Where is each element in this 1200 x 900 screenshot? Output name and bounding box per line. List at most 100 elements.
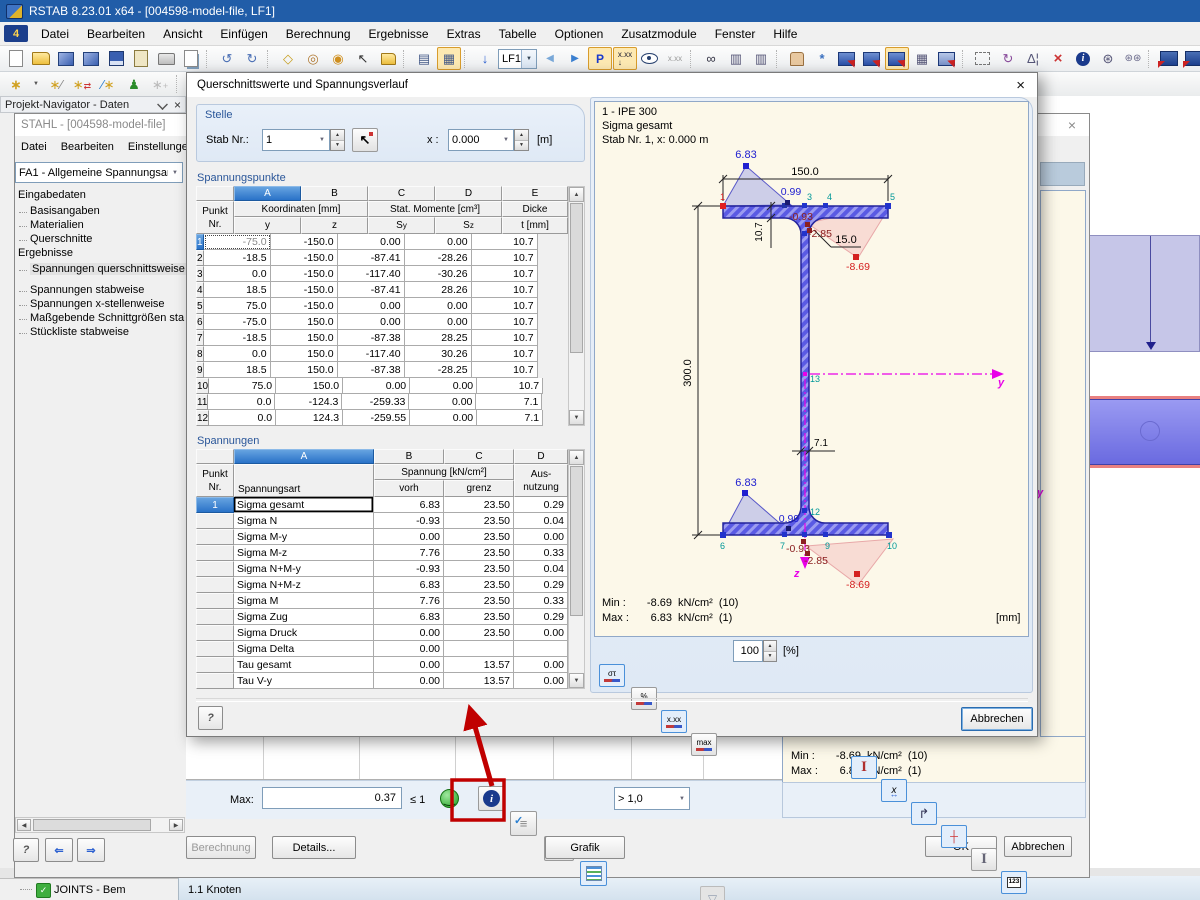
row-number-cell[interactable]: 1	[196, 234, 204, 250]
cell-sz[interactable]: 28.25	[404, 330, 472, 346]
cell-y[interactable]: 0.0	[208, 394, 276, 410]
cell-grenz[interactable]	[444, 641, 514, 657]
stress-scrollbar[interactable]: ▲ ▼	[568, 449, 585, 689]
cell-z[interactable]: 150.0	[276, 378, 344, 394]
row-number-cell[interactable]	[196, 641, 234, 657]
row-number-cell[interactable]: 12	[196, 410, 210, 426]
cell-grenz[interactable]: 23.50	[444, 625, 514, 641]
cell-sz[interactable]: 30.26	[404, 346, 472, 362]
cell-ausnutzung[interactable]: 0.29	[514, 577, 568, 593]
scroll-down-icon[interactable]: ▼	[569, 410, 584, 425]
cell-spannungsart[interactable]: Sigma N+M-y	[234, 561, 374, 577]
cell-y[interactable]: 75.0	[203, 298, 271, 314]
row-number-cell[interactable]: 9	[196, 362, 204, 378]
cell-z[interactable]: 124.3	[276, 410, 344, 426]
dialog-help-button[interactable]: ?	[198, 706, 223, 730]
cell-z[interactable]: -150.0	[270, 298, 338, 314]
cell-t[interactable]: 10.7	[471, 266, 538, 282]
cell-sy[interactable]: 0.00	[343, 378, 411, 394]
cell-z[interactable]: 150.0	[270, 346, 338, 362]
row-number-cell[interactable]	[196, 513, 234, 529]
cell-y[interactable]: 0.0	[203, 266, 271, 282]
zoom-field[interactable]: 100	[733, 640, 763, 662]
cell-spannungsart[interactable]: Sigma Druck	[234, 625, 374, 641]
cell-sy[interactable]: -87.41	[337, 250, 405, 266]
show-outline-button[interactable]: I	[971, 848, 997, 871]
col-letter-c[interactable]: C	[444, 449, 514, 464]
col-letter-a[interactable]: A	[234, 449, 374, 464]
row-number-cell[interactable]: 1	[196, 497, 234, 513]
x-combobox[interactable]: 0.000 ▼	[448, 129, 514, 151]
cell-t[interactable]: 10.7	[471, 234, 538, 250]
cell-z[interactable]: 150.0	[270, 314, 338, 330]
cell-ausnutzung[interactable]: 0.29	[514, 609, 568, 625]
cell-t[interactable]: 10.7	[471, 250, 538, 266]
row-number-cell[interactable]	[196, 545, 234, 561]
col-letter-c[interactable]: C	[368, 186, 435, 201]
cell-spannungsart[interactable]: Tau V-y	[234, 673, 374, 689]
col-letter-b[interactable]: B	[301, 186, 368, 201]
cell-ausnutzung[interactable]: 0.00	[514, 673, 568, 689]
cell-grenz[interactable]: 23.50	[444, 545, 514, 561]
scroll-up-icon[interactable]: ▲	[569, 187, 584, 202]
cell-grenz[interactable]: 23.50	[444, 593, 514, 609]
scroll-thumb[interactable]	[570, 203, 583, 353]
scroll-thumb[interactable]	[570, 466, 583, 616]
dialog-abbrechen-button[interactable]: Abbrechen	[961, 707, 1033, 731]
row-number-cell[interactable]	[196, 609, 234, 625]
row-number-cell[interactable]	[196, 673, 234, 689]
cell-vorh[interactable]: 0.00	[374, 673, 444, 689]
cell-z[interactable]: -150.0	[270, 234, 338, 250]
cell-z[interactable]: -150.0	[270, 250, 338, 266]
cell-spannungsart[interactable]: Sigma M-z	[234, 545, 374, 561]
cell-vorh[interactable]: 0.00	[374, 641, 444, 657]
cell-sy[interactable]: 0.00	[337, 298, 405, 314]
row-number-cell[interactable]: 8	[196, 346, 204, 362]
cell-ausnutzung[interactable]	[514, 641, 568, 657]
show-stress-points-button[interactable]: ┼	[941, 825, 967, 848]
cell-ausnutzung[interactable]: 0.00	[514, 625, 568, 641]
row-number-cell[interactable]: 11	[196, 394, 209, 410]
cell-sz[interactable]: 0.00	[410, 410, 478, 426]
cell-grenz[interactable]: 23.50	[444, 497, 514, 513]
row-number-cell[interactable]: 6	[196, 314, 204, 330]
cell-grenz[interactable]: 23.50	[444, 609, 514, 625]
cell-y[interactable]: 18.5	[203, 282, 271, 298]
cell-t[interactable]: 10.7	[471, 362, 538, 378]
cell-sy[interactable]: -117.40	[337, 266, 405, 282]
cell-y[interactable]: 75.0	[209, 378, 277, 394]
cell-sz[interactable]: 28.26	[404, 282, 472, 298]
cell-sz[interactable]: -28.26	[404, 250, 472, 266]
cell-spannungsart[interactable]: Sigma gesamt	[234, 497, 374, 513]
cell-vorh[interactable]: 0.00	[374, 657, 444, 673]
row-number-cell[interactable]: 3	[196, 266, 204, 282]
row-number-cell[interactable]	[196, 529, 234, 545]
cell-y[interactable]: 18.5	[203, 362, 271, 378]
cell-sz[interactable]: 0.00	[404, 314, 472, 330]
cell-z[interactable]: 150.0	[270, 330, 338, 346]
cell-ausnutzung[interactable]: 0.04	[514, 513, 568, 529]
cell-ausnutzung[interactable]: 0.33	[514, 593, 568, 609]
cell-grenz[interactable]: 13.57	[444, 657, 514, 673]
cell-z[interactable]: -150.0	[270, 282, 338, 298]
cell-z[interactable]: -150.0	[270, 266, 338, 282]
cell-sy[interactable]: -259.33	[342, 394, 410, 410]
cell-sy[interactable]: 0.00	[337, 234, 405, 250]
cell-grenz[interactable]: 23.50	[444, 577, 514, 593]
cell-sz[interactable]: 0.00	[409, 394, 477, 410]
row-number-cell[interactable]	[196, 593, 234, 609]
col-letter-d[interactable]: D	[514, 449, 568, 464]
cell-grenz[interactable]: 23.50	[444, 513, 514, 529]
col-letter-b[interactable]: B	[374, 449, 444, 464]
cell-z[interactable]: -124.3	[275, 394, 343, 410]
corner-cell[interactable]	[196, 186, 234, 201]
cell-t[interactable]: 7.1	[477, 410, 544, 426]
row-number-cell[interactable]: 2	[196, 250, 204, 266]
xxx-button[interactable]: x.xx	[661, 710, 687, 733]
cell-ausnutzung[interactable]: 0.33	[514, 545, 568, 561]
cell-spannungsart[interactable]: Sigma Zug	[234, 609, 374, 625]
cell-spannungsart[interactable]: Sigma M	[234, 593, 374, 609]
cell-spannungsart[interactable]: Sigma N	[234, 513, 374, 529]
cell-y[interactable]: -18.5	[203, 330, 271, 346]
cell-sy[interactable]: -87.41	[337, 282, 405, 298]
